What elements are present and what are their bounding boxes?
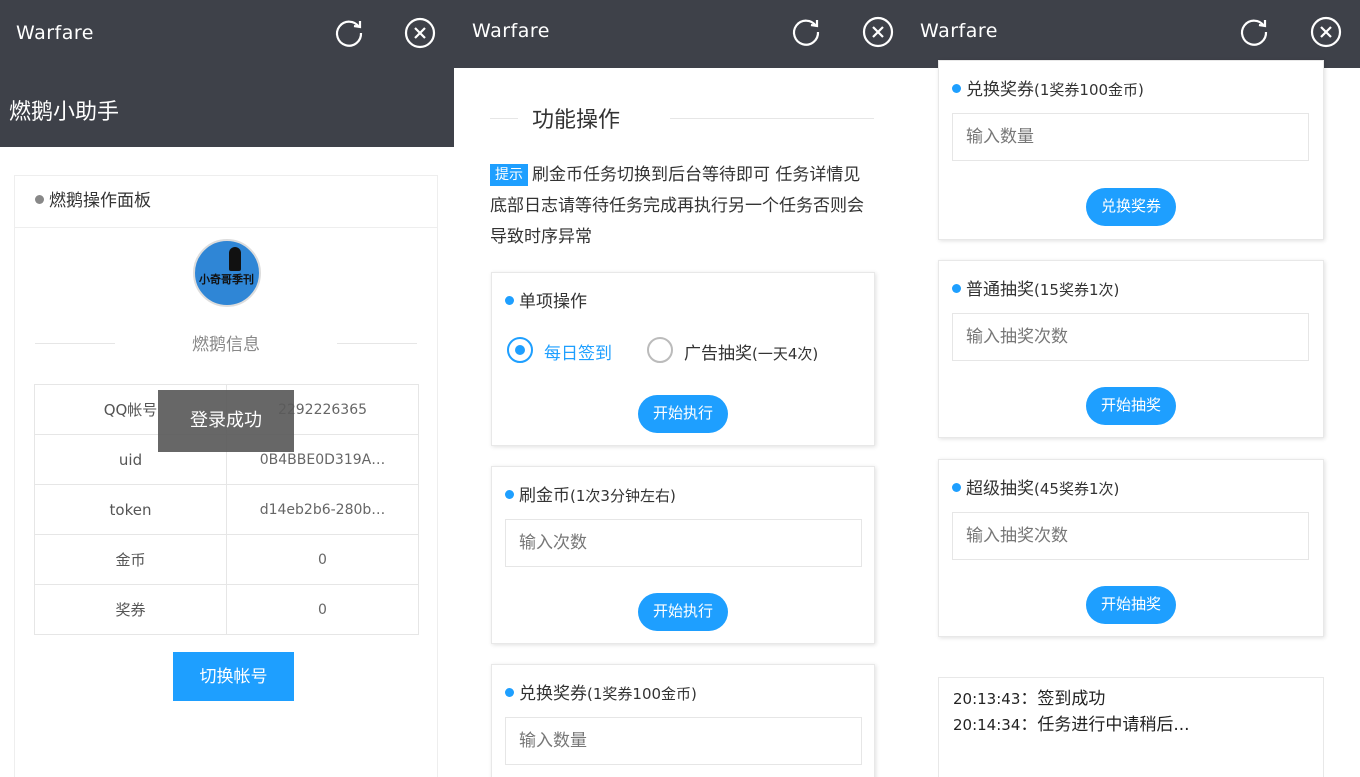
log-text: 签到成功 <box>1037 689 1106 709</box>
radio-ad-draw[interactable] <box>647 337 673 363</box>
operation-card: 燃鹅操作面板 小奇哥季刊 燃鹅信息 QQ帐号 2292226365 uid 0B4B… <box>14 175 438 777</box>
bullet-icon <box>505 490 514 499</box>
divider-line-right <box>337 343 417 344</box>
log-text: 任务进行中请稍后... <box>1037 715 1190 735</box>
bullet-icon <box>505 688 514 697</box>
avatar-text: 小奇哥季刊 <box>199 273 254 286</box>
log-line: 20:13:43：签到成功 <box>953 689 1106 709</box>
box-title-text: 兑换奖券 <box>519 684 587 704</box>
divider-line-left <box>490 118 518 119</box>
avatar: 小奇哥季刊 <box>193 239 261 307</box>
app-header: 燃鹅小助手 <box>0 68 454 147</box>
row-label: 奖券 <box>34 584 227 635</box>
exchange-amount-input[interactable] <box>505 717 862 765</box>
bullet-icon <box>952 284 961 293</box>
box-title-text: 单项操作 <box>519 292 587 312</box>
close-icon[interactable] <box>404 17 436 49</box>
box-title-sub: (1次3分钟左右) <box>570 487 676 505</box>
box-title-text: 兑换奖券 <box>966 80 1034 100</box>
close-icon[interactable] <box>862 16 894 48</box>
title-bar: Warfare <box>0 0 454 68</box>
info-divider: 燃鹅信息 <box>35 326 417 356</box>
row-value: d14eb2b6-280b… <box>226 484 419 535</box>
window-title: Warfare <box>920 20 998 42</box>
box-title-sub: (1奖券100金币) <box>587 685 697 703</box>
close-icon[interactable] <box>1310 16 1342 48</box>
switch-account-button[interactable]: 切换帐号 <box>173 652 294 701</box>
start-super-draw-button[interactable]: 开始抽奖 <box>1086 586 1176 624</box>
refresh-icon[interactable] <box>1238 16 1270 48</box>
table-row: 金币 0 <box>34 534 419 585</box>
exchange-amount-input[interactable] <box>952 113 1309 161</box>
log-time: 20:13:43 <box>953 690 1021 708</box>
divider-line-right <box>670 118 874 119</box>
exchange-ticket-button[interactable]: 兑换奖券 <box>1086 188 1176 226</box>
normal-draw-count-input[interactable] <box>952 313 1309 361</box>
refresh-icon[interactable] <box>790 16 822 48</box>
avatar-figure <box>229 247 241 271</box>
row-label: 金币 <box>34 534 227 585</box>
table-row: token d14eb2b6-280b… <box>34 484 419 535</box>
radio-label-ad-draw-sub: (一天4次) <box>752 345 819 363</box>
box-title: 超级抽奖(45奖券1次) <box>952 474 1119 499</box>
box-title: 兑换奖券(1奖券100金币) <box>505 679 697 704</box>
bullet-icon <box>35 195 44 204</box>
task-log: 20:13:43：签到成功 20:14:34：任务进行中请稍后... <box>938 677 1324 777</box>
tip-text: 刷金币任务切换到后台等待即可 任务详情见底部日志请等待任务完成再执行另一个任务否… <box>490 165 864 247</box>
title-bar: Warfare <box>908 0 1360 68</box>
tip-notice: 提示 刷金币任务切换到后台等待即可 任务详情见底部日志请等待任务完成再执行另一个任… <box>490 160 874 253</box>
box-title-sub: (45奖券1次) <box>1034 480 1120 498</box>
box-title-text: 刷金币 <box>519 486 570 506</box>
super-draw-count-input[interactable] <box>952 512 1309 560</box>
window-panel-2: Warfare 功能操作 提示 刷金币任务切换到后台等待即可 任务详情见底部日志请… <box>454 0 908 777</box>
bullet-icon <box>505 296 514 305</box>
box-title-text: 普通抽奖 <box>966 280 1034 300</box>
log-time: 20:14:34 <box>953 716 1021 734</box>
refresh-icon[interactable] <box>333 17 365 49</box>
row-value: 0 <box>226 534 419 585</box>
window-title: Warfare <box>16 22 94 44</box>
exchange-box: 兑换奖券(1奖券100金币) 兑换奖券 <box>938 60 1324 240</box>
box-title-text: 超级抽奖 <box>966 479 1034 499</box>
coins-count-input[interactable] <box>505 519 862 567</box>
tip-badge: 提示 <box>490 164 528 186</box>
bullet-icon <box>952 84 961 93</box>
box-title: 刷金币(1次3分钟左右) <box>505 481 676 506</box>
window-title: Warfare <box>472 20 550 42</box>
coins-box: 刷金币(1次3分钟左右) 开始执行 <box>491 466 875 644</box>
exchange-box: 兑换奖券(1奖券100金币) <box>491 664 875 777</box>
card-header: 燃鹅操作面板 <box>15 176 437 228</box>
box-title-sub: (1奖券100金币) <box>1034 81 1144 99</box>
window-panel-3: Warfare 兑换奖券(1奖券100金币) 兑换奖券 普通抽奖(15奖券1次)… <box>908 0 1360 777</box>
log-line: 20:14:34：任务进行中请稍后... <box>953 715 1190 735</box>
row-label: token <box>34 484 227 535</box>
normal-draw-box: 普通抽奖(15奖券1次) 开始抽奖 <box>938 260 1324 438</box>
box-title-sub: (15奖券1次) <box>1034 281 1120 299</box>
radio-daily-sign[interactable] <box>507 337 533 363</box>
super-draw-box: 超级抽奖(45奖券1次) 开始抽奖 <box>938 459 1324 637</box>
single-op-box: 单项操作 每日签到 广告抽奖(一天4次) 开始执行 <box>491 272 875 446</box>
table-row: 奖券 0 <box>34 584 419 635</box>
row-value: 0 <box>226 584 419 635</box>
radio-label-ad-draw-text: 广告抽奖 <box>684 344 752 364</box>
bullet-icon <box>952 483 961 492</box>
card-title: 燃鹅操作面板 <box>49 191 151 211</box>
section-title-text: 功能操作 <box>532 108 621 133</box>
start-coins-button[interactable]: 开始执行 <box>638 593 728 631</box>
box-title: 单项操作 <box>505 287 587 312</box>
start-normal-draw-button[interactable]: 开始抽奖 <box>1086 387 1176 425</box>
radio-label-daily-sign[interactable]: 每日签到 <box>544 339 612 364</box>
box-title: 普通抽奖(15奖券1次) <box>952 275 1119 300</box>
window-panel-1: Warfare 燃鹅小助手 燃鹅操作面板 小奇哥季刊 燃鹅信息 QQ帐号 2292… <box>0 0 454 777</box>
title-bar: Warfare <box>454 0 908 68</box>
radio-label-ad-draw[interactable]: 广告抽奖(一天4次) <box>684 339 818 364</box>
start-execute-button[interactable]: 开始执行 <box>638 395 728 433</box>
box-title: 兑换奖券(1奖券100金币) <box>952 75 1144 100</box>
app-header-title: 燃鹅小助手 <box>9 100 120 125</box>
section-title: 功能操作 <box>490 100 874 136</box>
login-toast: 登录成功 <box>158 390 294 452</box>
